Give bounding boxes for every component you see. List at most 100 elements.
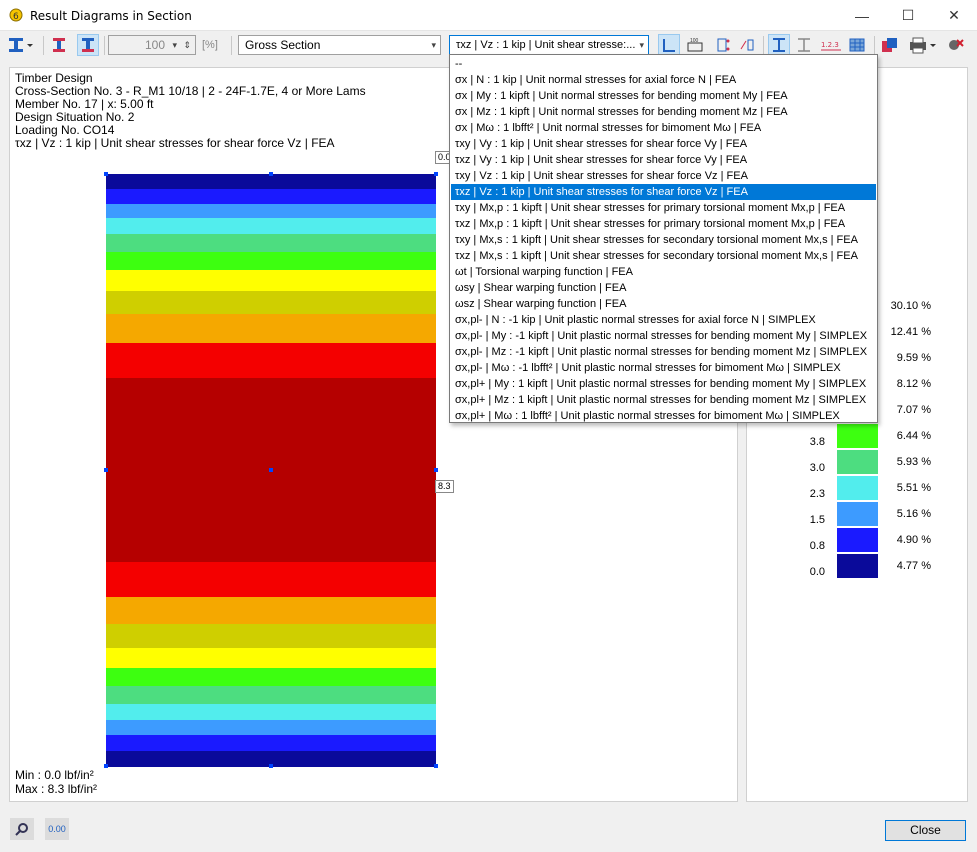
ratio-button[interactable]	[736, 34, 758, 56]
dropdown-option[interactable]: τxy | Vz : 1 kip | Unit shear stresses f…	[451, 168, 876, 184]
printer-icon	[910, 37, 936, 54]
selection-handle[interactable]	[434, 468, 438, 472]
legend-value: 0.8	[809, 540, 825, 552]
selection-handle[interactable]	[269, 764, 273, 768]
legend-swatch	[837, 554, 878, 578]
table-grid-icon	[849, 38, 865, 52]
dropdown-option[interactable]: --	[451, 56, 876, 72]
zoom-spin-icon: ⇕	[183, 40, 191, 50]
scale-button[interactable]: 100	[684, 34, 706, 56]
result-type-select[interactable]: τxz | Vz : 1 kip | Unit shear stresse:..…	[449, 35, 649, 55]
dropdown-option[interactable]: τxy | Mx,p : 1 kipft | Unit shear stress…	[451, 200, 876, 216]
diagram-axes-button[interactable]	[658, 34, 680, 56]
stress-band	[106, 623, 436, 649]
result-type-dropdown-list[interactable]: -- σx | N : 1 kip | Unit normal stresses …	[449, 54, 878, 423]
dropdown-option[interactable]: σx,pl- | Mω : -1 lbfft² | Unit plastic n…	[451, 360, 876, 376]
dropdown-option[interactable]: σx | Mz : 1 kipft | Unit normal stresses…	[451, 104, 876, 120]
dropdown-option[interactable]: σx,pl+ | Mω : 1 lbfft² | Unit plastic no…	[451, 408, 876, 424]
selection-handle[interactable]	[269, 468, 273, 472]
stress-points-display-button[interactable]	[712, 34, 734, 56]
min-max-summary: Min : 0.0 lbf/in² Max : 8.3 lbf/in²	[15, 768, 97, 796]
stress-band	[106, 686, 436, 705]
dropdown-option[interactable]: σx,pl- | My : -1 kipft | Unit plastic no…	[451, 328, 876, 344]
selection-handle[interactable]	[104, 764, 108, 768]
section-type-value: Gross Section	[245, 38, 321, 52]
view-options-button[interactable]	[10, 818, 34, 840]
stress-band	[106, 597, 436, 625]
legend-value: 3.0	[809, 462, 825, 474]
legend-percentage: 4.77 %	[896, 560, 931, 572]
i-section-outline-icon	[773, 38, 785, 52]
zoom-value: 100	[144, 38, 165, 52]
selection-handle[interactable]	[104, 468, 108, 472]
selection-handle[interactable]	[434, 764, 438, 768]
legend-swatch	[837, 450, 878, 474]
stress-band	[106, 174, 436, 190]
zoom-input[interactable]: 100 ▾ ⇕	[108, 35, 196, 55]
section-outline-button[interactable]	[768, 34, 790, 56]
selection-handle[interactable]	[269, 172, 273, 176]
ratio-icon	[740, 39, 754, 51]
section-dimension-button[interactable]	[793, 34, 815, 56]
scale-icon: 100	[687, 38, 703, 52]
stress-band	[106, 188, 436, 205]
dropdown-option[interactable]: σx,pl+ | Mz : 1 kipft | Unit plastic nor…	[451, 392, 876, 408]
export-button[interactable]	[878, 34, 902, 56]
table-button[interactable]	[846, 34, 868, 56]
legend-row: 0.8 4.90 %	[747, 527, 967, 553]
legend-percentage: 8.12 %	[896, 378, 931, 390]
close-window-button[interactable]: ✕	[931, 0, 977, 31]
dropdown-option[interactable]: τxy | Vy : 1 kip | Unit shear stresses f…	[451, 136, 876, 152]
svg-text:1.2.3: 1.2.3	[821, 41, 839, 49]
dropdown-option[interactable]: σx,pl- | N : -1 kip | Unit plastic norma…	[451, 312, 876, 328]
stress-diagram-button[interactable]	[77, 34, 99, 56]
stress-band	[106, 269, 436, 292]
dropdown-option[interactable]: τxz | Vy : 1 kip | Unit shear stresses f…	[451, 152, 876, 168]
numbering-icon: 1.2.3	[821, 41, 841, 51]
selection-handle[interactable]	[104, 172, 108, 176]
title-bar: 6 Result Diagrams in Section — ☐ ✕	[0, 0, 977, 31]
dropdown-option[interactable]: τxy | Mx,s : 1 kipft | Unit shear stress…	[451, 232, 876, 248]
dropdown-option[interactable]: σx,pl- | Mz : -1 kipft | Unit plastic no…	[451, 344, 876, 360]
options-button[interactable]	[944, 34, 966, 56]
section-select-button[interactable]	[5, 34, 37, 56]
print-button[interactable]	[906, 34, 940, 56]
legend-value: 2.3	[809, 488, 825, 500]
dropdown-option[interactable]: σx,pl+ | My : 1 kipft | Unit plastic nor…	[451, 376, 876, 392]
legend-value: 3.8	[809, 436, 825, 448]
dropdown-option[interactable]: ωsy | Shear warping function | FEA	[451, 280, 876, 296]
export-icon	[882, 38, 897, 52]
zoom-dropdown-icon: ▾	[172, 40, 177, 50]
stress-band	[106, 719, 436, 736]
stress-points-button[interactable]	[49, 34, 71, 56]
min-value: Min : 0.0 lbf/in²	[15, 768, 94, 782]
dropdown-option[interactable]: σx | N : 1 kip | Unit normal stresses fo…	[451, 72, 876, 88]
dropdown-option[interactable]: σx | My : 1 kipft | Unit normal stresses…	[451, 88, 876, 104]
stress-band	[106, 734, 436, 752]
maximize-button[interactable]: ☐	[885, 0, 931, 31]
dropdown-option[interactable]: σx | Mω : 1 lbfft² | Unit normal stresse…	[451, 120, 876, 136]
minimize-button[interactable]: —	[839, 0, 885, 31]
dimension-icon	[798, 38, 810, 52]
dropdown-option[interactable]: ωt | Torsional warping function | FEA	[451, 264, 876, 280]
dropdown-option[interactable]: ωsz | Shear warping function | FEA	[451, 296, 876, 312]
axes-icon	[663, 39, 675, 52]
dropdown-option[interactable]: τxz | Mx,p : 1 kipft | Unit shear stress…	[451, 216, 876, 232]
stress-band	[106, 203, 436, 219]
chevron-down-icon: ▾	[431, 40, 436, 50]
section-type-select[interactable]: Gross Section ▾	[238, 35, 441, 55]
selection-handle[interactable]	[434, 172, 438, 176]
bottom-bar	[0, 812, 977, 852]
magnifier-icon	[15, 823, 28, 836]
values-button[interactable]: 1.2.3	[818, 34, 844, 56]
legend-row: 3.8 6.44 %	[747, 423, 967, 449]
legend-percentage: 5.51 %	[896, 482, 931, 494]
close-button[interactable]: Close	[885, 820, 966, 841]
dropdown-option[interactable]: τxz | Mx,s : 1 kipft | Unit shear stress…	[451, 248, 876, 264]
stress-band	[106, 647, 436, 669]
settings-close-icon	[949, 39, 964, 50]
decimal-places-button[interactable]: 0.00	[45, 818, 69, 840]
stress-band	[106, 234, 436, 253]
i-beam-icon	[9, 38, 33, 52]
dropdown-option[interactable]: τxz | Vz : 1 kip | Unit shear stresses f…	[451, 184, 876, 200]
